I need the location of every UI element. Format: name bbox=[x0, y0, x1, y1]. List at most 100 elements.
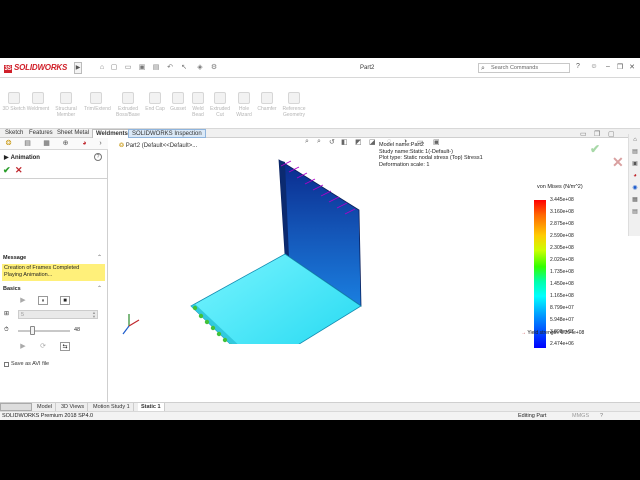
help-dropdown-icon[interactable]: ? bbox=[574, 63, 582, 70]
tab-static-1[interactable]: Static 1 bbox=[138, 403, 165, 411]
trim-extend-icon bbox=[90, 92, 102, 104]
save-icon[interactable]: ▣ bbox=[138, 64, 146, 72]
pause-button[interactable]: ⏸ bbox=[38, 296, 48, 305]
legend-tick: 2.875e+08 bbox=[550, 221, 574, 227]
cmd-structural-member[interactable]: Structural Member bbox=[54, 92, 78, 118]
doc-tile-icon[interactable]: ▢ bbox=[608, 130, 615, 138]
appearances-icon[interactable]: ◉ bbox=[631, 184, 639, 192]
tab-solidworks-inspection[interactable]: SOLIDWORKS Inspection bbox=[128, 129, 206, 138]
basics-collapse-icon[interactable]: ⌃ bbox=[97, 285, 102, 292]
message-line-1: Creation of Frames Completed bbox=[4, 265, 80, 271]
property-manager-icon[interactable]: ▤ bbox=[23, 140, 32, 148]
cmd-3d-sketch[interactable]: 3D Sketch bbox=[2, 92, 26, 112]
doc-restore-icon[interactable]: ❐ bbox=[594, 130, 600, 138]
cmd-reference-geometry[interactable]: Reference Geometry bbox=[281, 92, 307, 118]
undo-icon[interactable]: ↶ bbox=[166, 64, 174, 72]
yield-arrow-icon: → bbox=[521, 330, 526, 336]
help-icon[interactable]: ? bbox=[94, 153, 102, 161]
view-palette-icon[interactable]: ◕ bbox=[631, 172, 639, 180]
feature-manager-icon[interactable]: ❂ bbox=[4, 140, 13, 148]
tab-sheet-metal[interactable]: Sheet Metal bbox=[54, 129, 92, 138]
loop-button[interactable]: ⟳ bbox=[38, 342, 48, 351]
tab-motion-study[interactable]: Motion Study 1 bbox=[90, 403, 134, 411]
cmd-hole-wizard[interactable]: Hole Wizard bbox=[232, 92, 256, 118]
user-icon[interactable]: ☺ bbox=[590, 63, 598, 70]
reciprocate-button[interactable]: ⇆ bbox=[60, 342, 70, 351]
custom-properties-icon[interactable]: ▦ bbox=[631, 196, 639, 204]
restore-icon[interactable]: ❐ bbox=[616, 63, 624, 71]
speed-slider-track[interactable] bbox=[18, 330, 70, 332]
select-icon[interactable]: ↖ bbox=[180, 64, 188, 72]
speed-icon: ⏱ bbox=[4, 327, 9, 333]
tab-features[interactable]: Features bbox=[26, 129, 56, 138]
stress-model[interactable] bbox=[109, 138, 640, 344]
solidworks-window: 3S SOLIDWORKS ▶ ⌂ ▢ ▭ ▣ ▤ ↶ ↖ ◈ ⚙ Part2 ⌕… bbox=[0, 58, 640, 420]
status-product: SOLIDWORKS Premium 2018 SP4.0 bbox=[2, 413, 94, 419]
tab-weldments[interactable]: Weldments bbox=[92, 129, 132, 138]
resources-icon[interactable]: ⌂ bbox=[631, 136, 639, 144]
basics-section-header[interactable]: Basics bbox=[3, 286, 21, 292]
cmd-end-cap[interactable]: End Cap bbox=[143, 92, 167, 112]
command-tabs: Sketch Features Sheet Metal Weldments SO… bbox=[0, 128, 640, 138]
design-library-icon[interactable]: ▤ bbox=[631, 148, 639, 156]
legend-tick: 2.305e+08 bbox=[550, 245, 574, 251]
ds-logo-icon: 3S bbox=[4, 65, 12, 73]
stop-button[interactable]: ■ bbox=[60, 296, 70, 305]
play-button[interactable]: ▶ bbox=[18, 296, 28, 305]
new-icon[interactable]: ▢ bbox=[110, 64, 118, 72]
frames-spinner[interactable]: ▲ ▼ bbox=[92, 311, 96, 319]
graphics-viewport[interactable]: ❂ Part2 (Default<<Default>... ⌕ ⌕ ↺ ◧ ◩ … bbox=[109, 138, 640, 348]
panel-tabs: ❂ ▤ ▦ ⊕ ◕ › bbox=[0, 138, 108, 150]
speed-slider-thumb[interactable] bbox=[30, 326, 35, 335]
cmd-trim-extend[interactable]: Trim/Extend bbox=[84, 92, 111, 112]
tab-scroll-arrows[interactable] bbox=[0, 403, 32, 411]
solidworks-forum-icon[interactable]: ▤ bbox=[631, 208, 639, 216]
cmd-extruded-boss[interactable]: Extruded Boss/Base bbox=[116, 92, 140, 118]
document-title: Part2 bbox=[360, 65, 375, 71]
tab-3d-views[interactable]: 3D Views bbox=[58, 403, 89, 411]
cmd-weldment[interactable]: Weldment bbox=[26, 92, 50, 112]
close-icon[interactable]: ✕ bbox=[628, 63, 636, 71]
tab-sketch[interactable]: Sketch bbox=[2, 129, 26, 138]
doc-minimize-icon[interactable]: ▭ bbox=[580, 130, 587, 138]
cmd-chamfer[interactable]: Chamfer bbox=[255, 92, 279, 112]
message-collapse-icon[interactable]: ⌃ bbox=[97, 254, 102, 261]
message-section-header[interactable]: Message bbox=[3, 255, 26, 261]
gusset-icon bbox=[172, 92, 184, 104]
tab-model[interactable]: Model bbox=[34, 403, 56, 411]
stress-color-bar bbox=[534, 200, 546, 348]
search-commands-input[interactable]: ⌕ Search Commands bbox=[478, 63, 570, 73]
save-avi-checkbox[interactable] bbox=[4, 362, 9, 367]
message-line-2: Playing Animation... bbox=[4, 272, 53, 278]
config-manager-icon[interactable]: ▦ bbox=[42, 140, 51, 148]
play-forward-button[interactable]: ▶ bbox=[18, 342, 28, 351]
cancel-x-icon[interactable]: ✕ bbox=[15, 165, 23, 176]
search-placeholder: Search Commands bbox=[491, 65, 539, 71]
panel-title: ▶ Animation bbox=[4, 155, 40, 161]
menu-expand-button[interactable]: ▶ bbox=[74, 62, 82, 74]
rebuild-icon[interactable]: ◈ bbox=[196, 64, 204, 72]
minimize-icon[interactable]: – bbox=[604, 63, 612, 70]
panel-tabs-more-icon[interactable]: › bbox=[96, 140, 105, 148]
display-manager-icon[interactable]: ◕ bbox=[80, 140, 89, 148]
confirm-corner-x-icon[interactable]: ✕ bbox=[612, 154, 624, 171]
home-icon[interactable]: ⌂ bbox=[98, 64, 106, 72]
frames-field[interactable]: 5 ▲ ▼ bbox=[18, 310, 98, 319]
cmd-weld-bead[interactable]: Weld Bead bbox=[186, 92, 210, 118]
legend-tick: 3.445e+08 bbox=[550, 197, 574, 203]
options-icon[interactable]: ⚙ bbox=[210, 64, 218, 72]
status-units[interactable]: MMGS bbox=[572, 412, 589, 420]
task-pane-tabs: ⌂ ▤ ▣ ◕ ◉ ▦ ▤ bbox=[628, 134, 640, 236]
message-box: Creation of Frames Completed Playing Ani… bbox=[2, 264, 105, 281]
open-icon[interactable]: ▭ bbox=[124, 64, 132, 72]
save-avi-label: Save as AVI file bbox=[11, 361, 50, 367]
file-explorer-icon[interactable]: ▣ bbox=[631, 160, 639, 168]
status-bar: SOLIDWORKS Premium 2018 SP4.0 Editing Pa… bbox=[0, 411, 640, 420]
dimxpert-icon[interactable]: ⊕ bbox=[61, 140, 70, 148]
confirm-corner-check-icon[interactable]: ✔ bbox=[590, 142, 600, 156]
divider bbox=[0, 178, 108, 179]
status-help-icon[interactable]: ? bbox=[600, 412, 603, 420]
ok-check-icon[interactable]: ✔ bbox=[3, 165, 11, 176]
print-icon[interactable]: ▤ bbox=[152, 64, 160, 72]
cmd-extruded-cut[interactable]: Extruded Cut bbox=[208, 92, 232, 118]
